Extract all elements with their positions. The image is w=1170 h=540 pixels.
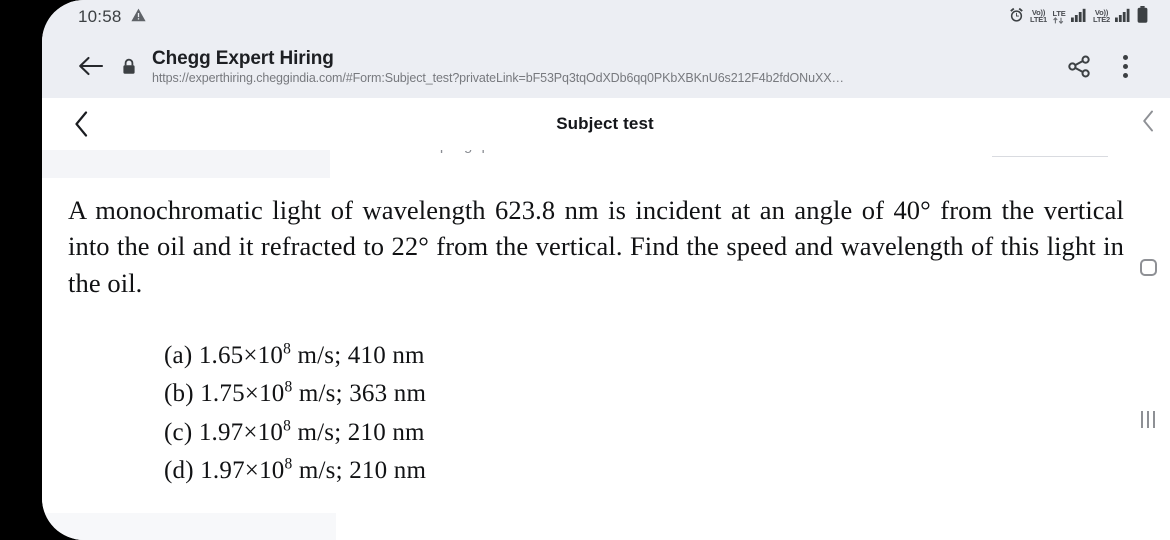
option-d-exponent: 8: [284, 456, 293, 474]
warning-triangle-icon: [130, 8, 146, 27]
browser-toolbar: Chegg Expert Hiring https://experthiring…: [42, 34, 1170, 98]
site-security-lock[interactable]: [112, 45, 146, 87]
volte-sim1-bottom: LTE1: [1030, 15, 1048, 24]
option-b-unit: m/s;: [298, 380, 343, 408]
note-label: Note:: [60, 150, 96, 154]
phone-screen: 10:58 Vo)) LTE1 LTE Vo)) LTE2 Chegg Expe…: [42, 0, 1170, 540]
option-c-exponent: 8: [283, 417, 292, 435]
page-header: Subject test: [42, 98, 1170, 150]
option-d-unit: m/s;: [298, 457, 343, 485]
system-recents-button[interactable]: [1133, 404, 1163, 434]
question-content: A monochromatic light of wavelength 623.…: [42, 178, 1170, 513]
alarm-clock-icon: [1008, 7, 1025, 28]
status-time: 10:58: [78, 7, 122, 26]
chevron-left-icon: [74, 111, 87, 137]
share-button[interactable]: [1056, 43, 1102, 89]
signal-bars-sim1-icon: [1071, 8, 1088, 27]
question-statement: A monochromatic light of wavelength 623.…: [68, 192, 1124, 301]
browser-back-button[interactable]: [70, 45, 112, 87]
option-c-unit: m/s;: [297, 418, 342, 446]
option-a-speed: 1.65×10: [198, 341, 284, 369]
status-bar-left: 10:58: [78, 7, 146, 27]
question-progress-text: You are attempting question 7 out of 12: [347, 150, 608, 154]
option-b-exponent: 8: [284, 379, 293, 397]
site-info[interactable]: Chegg Expert Hiring https://experthiring…: [146, 48, 1056, 85]
page-title: Subject test: [556, 114, 654, 133]
option-b[interactable]: (b) 1.75×108 m/s; 363 nm: [164, 375, 1124, 414]
option-c-label: (c): [164, 418, 193, 446]
volte-sim2-icon: Vo)) LTE2: [1093, 9, 1110, 24]
option-a-exponent: 8: [283, 340, 292, 358]
page-back-button[interactable]: [60, 103, 102, 145]
share-icon: [1067, 55, 1090, 77]
option-d[interactable]: (d) 1.97×108 m/s; 210 nm: [164, 452, 1124, 491]
system-navigation-bar: [1128, 0, 1170, 540]
note-strip: Note: You are attempting question 7 out …: [42, 150, 1170, 178]
volte-sim2-bottom: LTE2: [1093, 15, 1110, 24]
lte-data-icon: LTE: [1052, 8, 1066, 25]
option-d-speed: 1.97×10: [200, 457, 285, 485]
angle-of-refraction: 22°: [391, 231, 429, 262]
site-title: Chegg Expert Hiring: [152, 47, 334, 69]
option-a[interactable]: (a) 1.65×108 m/s; 410 nm: [164, 337, 1124, 376]
note-left-panel: [42, 150, 330, 178]
option-c[interactable]: (c) 1.97×108 m/s; 210 nm: [164, 414, 1124, 453]
answer-options: (a) 1.65×108 m/s; 410 nm (b) 1.75×108 m/…: [68, 337, 1124, 491]
note-divider: [992, 156, 1108, 157]
volte-sim1-icon: Vo)) LTE1: [1030, 9, 1048, 24]
option-d-wavelength: 210 nm: [349, 457, 427, 485]
status-bar-right: Vo)) LTE1 LTE Vo)) LTE2: [1008, 6, 1148, 28]
option-c-wavelength: 210 nm: [347, 418, 425, 446]
site-url: https://experthiring.cheggindia.com/#For…: [152, 70, 844, 85]
data-arrows-icon: [1053, 17, 1064, 25]
overflow-menu-icon: [1122, 54, 1128, 78]
option-a-wavelength: 410 nm: [347, 341, 425, 369]
angle-of-incidence: 40°: [893, 195, 931, 225]
option-a-label: (a): [164, 341, 193, 369]
option-a-unit: m/s;: [297, 341, 342, 369]
chevron-left-icon: [1142, 110, 1153, 132]
option-b-speed: 1.75×10: [200, 380, 285, 408]
bottom-panel: [42, 513, 336, 540]
lock-icon: [123, 58, 135, 74]
recents-bars-icon: [1141, 410, 1155, 428]
question-part1: A monochromatic light of wavelength 623.…: [68, 195, 894, 225]
option-b-wavelength: 363 nm: [349, 380, 427, 408]
system-back-button[interactable]: [1133, 106, 1163, 136]
screenshot-root: 10:58 Vo)) LTE1 LTE Vo)) LTE2 Chegg Expe…: [0, 0, 1170, 540]
option-d-label: (d): [164, 457, 194, 485]
option-b-label: (b): [164, 380, 194, 408]
arrow-left-icon: [79, 56, 104, 76]
status-bar: 10:58 Vo)) LTE1 LTE Vo)) LTE2: [42, 0, 1170, 34]
system-home-button[interactable]: [1133, 252, 1163, 282]
lte-label: LTE: [1052, 8, 1066, 18]
home-square-icon: [1139, 258, 1157, 276]
option-c-speed: 1.97×10: [198, 418, 284, 446]
